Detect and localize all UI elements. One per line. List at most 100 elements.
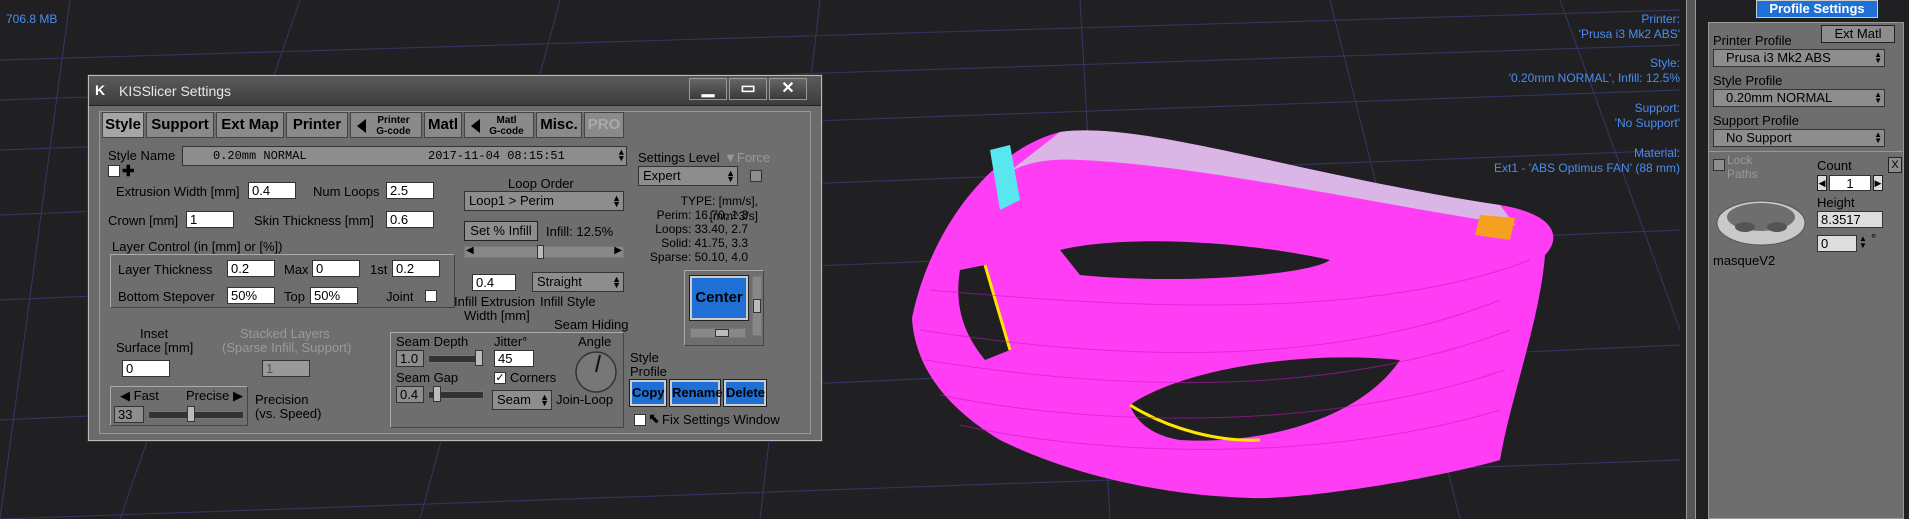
max-input[interactable]: 0 — [312, 260, 360, 277]
arrow-left-icon: ◀ — [466, 245, 474, 256]
printer-label: Printer: — [1641, 12, 1680, 26]
inset-surface-label: Surface [mm] — [116, 340, 194, 355]
loop-order-select[interactable]: Loop1 > Perim ▲ ▼ — [464, 191, 624, 211]
profile-settings-panel: Ext Matl Printer Profile Prusa i3 Mk2 AB… — [1708, 22, 1904, 519]
infill-slider-knob[interactable] — [536, 245, 544, 259]
seam-depth-knob[interactable] — [475, 350, 483, 366]
count-input[interactable]: 1 — [1829, 175, 1871, 191]
tab-ext-map[interactable]: Ext Map — [216, 112, 284, 138]
printer-value: 'Prusa i3 Mk2 ABS' — [1578, 27, 1680, 41]
spinner-icon: ▲ ▼ — [1874, 50, 1882, 65]
style-name-label: Style Name — [108, 148, 176, 163]
join-loop-label: Join-Loop — [556, 392, 614, 407]
center-vertical-knob[interactable] — [753, 299, 761, 313]
layer-thickness-input[interactable]: 0.2 — [227, 260, 275, 277]
angle-dial-icon[interactable] — [574, 350, 618, 394]
tab-matl[interactable]: Matl — [424, 112, 462, 138]
close-instance-button[interactable]: X — [1888, 157, 1902, 173]
precise-label: Precise ▶ — [186, 388, 243, 404]
printer-profile-label: Printer Profile — [1713, 33, 1792, 48]
bottom-stepover-input[interactable]: 50% — [227, 287, 275, 304]
rotation-spinner-icon[interactable]: ▲ ▼ — [1859, 235, 1867, 250]
seam-depth-label: Seam Depth — [396, 334, 469, 349]
cursor-icon: ⬉ — [648, 410, 660, 426]
style-profile-label: Style — [630, 350, 659, 365]
paths-label: Paths — [1727, 167, 1758, 181]
seam-gap-knob[interactable] — [433, 386, 441, 402]
window-titlebar[interactable]: K KISSlicer Settings ▁ ▭ ✕ — [89, 76, 821, 106]
layer-control-label: Layer Control (in [mm] or [%]) — [112, 239, 283, 254]
delete-button[interactable]: Delete — [723, 379, 767, 407]
top-input[interactable]: 50% — [310, 287, 358, 304]
tab-printer-gcode[interactable]: Printer G-code — [350, 112, 422, 138]
rename-button[interactable]: Rename — [669, 379, 723, 407]
center-button[interactable]: Center — [689, 275, 749, 321]
precise-label-text: Precise — [186, 388, 230, 403]
seam-depth-slider[interactable] — [428, 350, 484, 366]
height-label: Height — [1817, 195, 1855, 210]
arrow-left-icon — [471, 119, 480, 133]
precision-slider[interactable] — [148, 406, 244, 422]
tab-support[interactable]: Support — [146, 112, 214, 138]
tab-style[interactable]: Style — [102, 112, 144, 138]
fix-window-checkbox[interactable] — [634, 414, 646, 426]
corners-checkbox[interactable]: ✓ — [494, 372, 506, 384]
spinner-icon: ▲ ▼ — [1874, 90, 1882, 105]
style-name-select[interactable]: 0.20mm NORMAL 2017-11-04 08:15:51 ▲ ▼ — [182, 146, 627, 166]
arrow-right-icon: ▶ — [614, 245, 622, 256]
settings-level-select[interactable]: Expert ▲ ▼ — [638, 166, 738, 186]
infill-extrusion-input[interactable]: 0.4 — [472, 274, 516, 291]
printer-profile-select[interactable]: Prusa i3 Mk2 ABS ▲ ▼ — [1713, 49, 1885, 67]
printer-profile-value: Prusa i3 Mk2 ABS — [1726, 50, 1831, 65]
seam-select[interactable]: Seam ▲ ▼ — [492, 390, 552, 410]
precision-slider-knob[interactable] — [187, 406, 195, 422]
profile-settings-header[interactable]: Profile Settings — [1756, 0, 1878, 18]
loops-speed: Loops: 33.40, 2.7 — [655, 222, 748, 236]
fast-label: ◀ Fast — [120, 388, 159, 404]
center-vertical-slider[interactable] — [752, 276, 762, 336]
ext-matl-button[interactable]: Ext Matl — [1821, 25, 1895, 43]
add-style-icon[interactable]: ✚ — [122, 162, 135, 180]
window-title: KISSlicer Settings — [119, 83, 232, 99]
style-checkbox[interactable] — [108, 165, 120, 177]
num-loops-input[interactable]: 2.5 — [386, 182, 434, 199]
count-increment[interactable]: ▶ — [1873, 175, 1883, 191]
model-thumbnail[interactable] — [1711, 189, 1809, 249]
vertical-scrollbar[interactable] — [1686, 0, 1696, 519]
support-profile-select[interactable]: No Support ▲ ▼ — [1713, 129, 1885, 147]
skin-thickness-input[interactable]: 0.6 — [386, 211, 434, 228]
jitter-input[interactable]: 45 — [494, 350, 534, 367]
count-decrement[interactable]: ◀ — [1817, 175, 1827, 191]
degree-symbol: ° — [1871, 231, 1877, 246]
minimize-button[interactable]: ▁ — [689, 78, 727, 100]
lock-paths-checkbox[interactable] — [1713, 159, 1725, 171]
infill-style-select[interactable]: Straight ▲ ▼ — [532, 272, 624, 292]
crown-input[interactable]: 1 — [186, 211, 234, 228]
style-profile-select[interactable]: 0.20mm NORMAL ▲ ▼ — [1713, 89, 1885, 107]
maximize-button[interactable]: ▭ — [729, 78, 767, 100]
seam-gap-slider[interactable] — [428, 386, 484, 402]
style-profile-value: 0.20mm NORMAL — [1726, 90, 1833, 105]
force-checkbox[interactable] — [750, 170, 762, 182]
tab-printer[interactable]: Printer — [286, 112, 348, 138]
first-layer-input[interactable]: 0.2 — [392, 260, 440, 277]
inset-surface-input[interactable]: 0 — [122, 360, 170, 377]
sparse-speed: Sparse: 50.10, 4.0 — [649, 250, 748, 264]
rotation-input[interactable]: 0 — [1817, 235, 1857, 252]
set-infill-button[interactable]: Set % Infill — [464, 221, 538, 241]
height-value[interactable]: 8.3517 — [1817, 211, 1883, 228]
copy-button[interactable]: Copy — [629, 379, 667, 407]
joint-checkbox[interactable] — [425, 290, 437, 302]
close-button[interactable]: ✕ — [769, 78, 807, 100]
right-panel: Ext Matl Printer Profile Prusa i3 Mk2 AB… — [1680, 0, 1909, 519]
tab-matl-gcode[interactable]: Matl G-code — [464, 112, 534, 138]
center-horizontal-slider[interactable] — [690, 328, 746, 338]
center-horizontal-knob[interactable] — [715, 329, 729, 337]
spinner-icon: ▲ ▼ — [612, 193, 621, 209]
spinner-icon: ▲ ▼ — [540, 392, 549, 408]
infill-slider[interactable]: ◀ ▶ — [464, 245, 624, 259]
tab-misc[interactable]: Misc. — [536, 112, 582, 138]
extrusion-width-input[interactable]: 0.4 — [248, 182, 296, 199]
style-value: '0.20mm NORMAL', Infill: 12.5% — [1508, 71, 1680, 85]
spinner-icon: ▲ ▼ — [612, 274, 621, 290]
